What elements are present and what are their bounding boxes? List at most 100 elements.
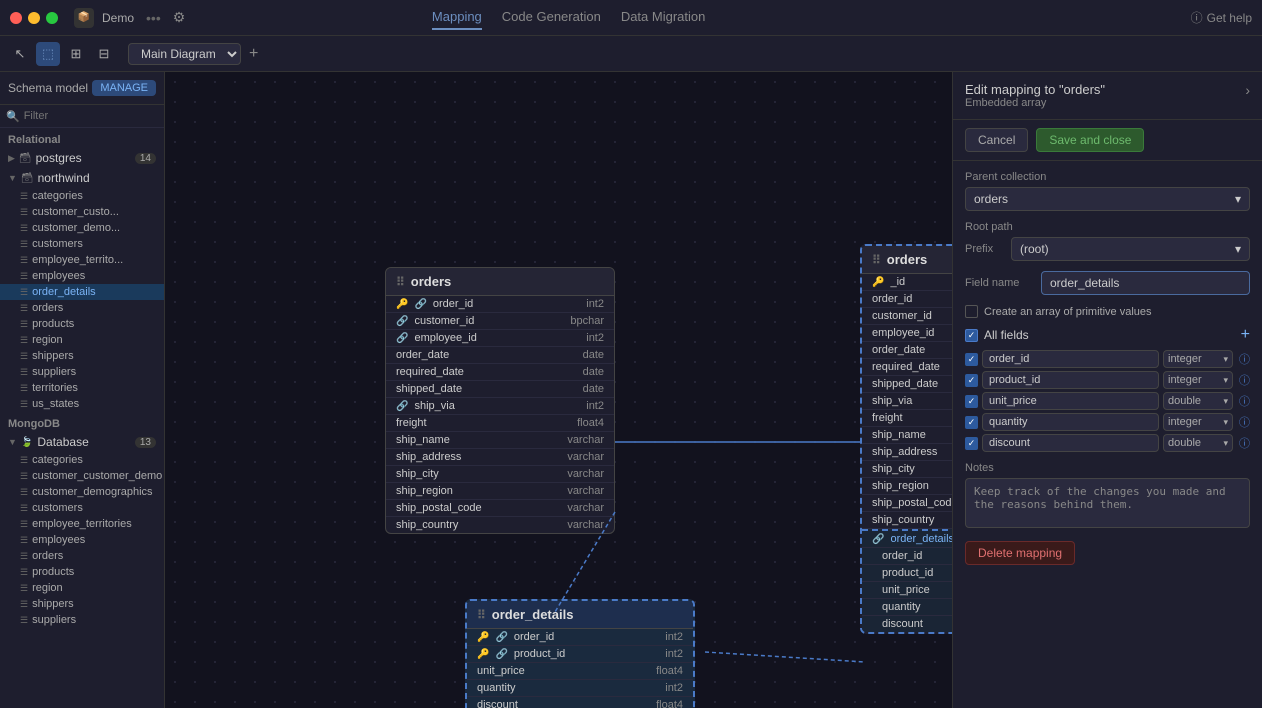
gear-icon[interactable]: ⚙ xyxy=(173,9,186,26)
parent-collection-select[interactable]: orders ▾ xyxy=(965,187,1250,211)
sidebar-item-orders[interactable]: ☰ orders xyxy=(0,300,164,316)
collection-icon: ☰ xyxy=(20,471,28,482)
collection-icon: ☰ xyxy=(20,535,28,546)
app-menu-dots[interactable]: ••• xyxy=(146,10,161,26)
sidebar-item-territories[interactable]: ☰ territories xyxy=(0,380,164,396)
prefix-select[interactable]: (root) ▾ xyxy=(1011,237,1250,261)
type-select-unit-price[interactable]: double▾ xyxy=(1163,392,1233,410)
collection-icon: ☰ xyxy=(20,615,28,626)
mapping-checkbox-unit-price[interactable]: ✓ xyxy=(965,395,978,408)
db-name-northwind: northwind xyxy=(38,171,156,185)
type-select-order-id[interactable]: integer▾ xyxy=(1163,350,1233,368)
sidebar-item-mongo-demographics[interactable]: ☰ customer_demographics xyxy=(0,484,164,500)
sidebar-item-mongo-categories[interactable]: ☰ categories xyxy=(0,452,164,468)
notes-textarea[interactable]: Keep track of the changes you made and t… xyxy=(965,478,1250,528)
cancel-button[interactable]: Cancel xyxy=(965,128,1028,152)
mapping-checkbox-quantity[interactable]: ✓ xyxy=(965,416,978,429)
sidebar-item-employee-territo[interactable]: ☰ employee_territo... xyxy=(0,252,164,268)
save-close-button[interactable]: Save and close xyxy=(1036,128,1144,152)
table-row: 🔑 🔗 order_id int2 xyxy=(386,296,614,313)
sidebar-item-mongo-region[interactable]: ☰ region xyxy=(0,580,164,596)
sidebar-item-mongo-shippers[interactable]: ☰ shippers xyxy=(0,596,164,612)
mapping-checkbox-order-id[interactable]: ✓ xyxy=(965,353,978,366)
sidebar-item-mongo-suppliers[interactable]: ☰ suppliers xyxy=(0,612,164,628)
sidebar-item-customer-custo[interactable]: ☰ customer_custo... xyxy=(0,204,164,220)
sidebar-item-products[interactable]: ☰ products xyxy=(0,316,164,332)
db-northwind-header[interactable]: ▼ 🗃 northwind xyxy=(0,168,164,188)
tab-mapping[interactable]: Mapping xyxy=(432,5,482,30)
table-row: freight float4 xyxy=(386,415,614,432)
add-diagram-button[interactable]: + xyxy=(249,45,258,63)
field-name-input[interactable] xyxy=(1041,271,1250,295)
add-field-button[interactable]: + xyxy=(1241,326,1250,344)
help-button[interactable]: ⓘ Get help xyxy=(1191,9,1252,26)
primitive-checkbox[interactable] xyxy=(965,305,978,318)
table-row: 🔑 🔗 order_id int2 xyxy=(467,629,693,646)
notes-label: Notes xyxy=(965,462,1250,474)
connect-tool[interactable]: ⊞ xyxy=(64,42,88,66)
db-mongodb-header[interactable]: ▼ 🍃 Database 13 xyxy=(0,432,164,452)
sidebar-item-customer-demo[interactable]: ☰ customer_demo... xyxy=(0,220,164,236)
link-icon: 🔗 xyxy=(414,299,426,310)
minimize-button[interactable] xyxy=(28,12,40,24)
table-row: employee_id integer xyxy=(862,325,952,342)
sidebar-item-region[interactable]: ☰ region xyxy=(0,332,164,348)
orders-card-left[interactable]: ⠿ orders 🔑 🔗 order_id int2 🔗 customer_id… xyxy=(385,267,615,534)
sidebar-item-mongo-emp-terr[interactable]: ☰ employee_territories xyxy=(0,516,164,532)
mapping-checkbox-product-id[interactable]: ✓ xyxy=(965,374,978,387)
all-fields-checkbox[interactable]: ✓ xyxy=(965,329,978,342)
mongodb-section-label: MongoDB xyxy=(0,412,164,432)
key-icon: 🔑 xyxy=(477,632,489,643)
sidebar-item-customers[interactable]: ☰ customers xyxy=(0,236,164,252)
tab-data-migration[interactable]: Data Migration xyxy=(621,5,706,30)
tab-code-generation[interactable]: Code Generation xyxy=(502,5,601,30)
table-row: order_date date xyxy=(386,347,614,364)
sidebar-item-mongo-customers[interactable]: ☰ customers xyxy=(0,500,164,516)
type-select-quantity[interactable]: integer▾ xyxy=(1163,413,1233,431)
info-icon-discount[interactable]: ⓘ xyxy=(1239,435,1250,451)
manage-button[interactable]: MANAGE xyxy=(92,80,156,96)
type-select-discount[interactable]: double▾ xyxy=(1163,434,1233,452)
select-tool[interactable]: ⬚ xyxy=(36,42,60,66)
table-row: 🔑 _id object_id xyxy=(862,274,952,291)
sidebar-item-mongo-orders[interactable]: ☰ orders xyxy=(0,548,164,564)
info-icon-quantity[interactable]: ⓘ xyxy=(1239,414,1250,430)
collapse-panel-button[interactable]: › xyxy=(1245,82,1250,98)
db-name-mongo: Database xyxy=(37,435,131,449)
sidebar-item-mongo-products[interactable]: ☰ products xyxy=(0,564,164,580)
diagram-selector[interactable]: Main Diagram xyxy=(128,43,241,65)
orders-card-right[interactable]: ⠿ orders 🔑 _id object_id order_id intege… xyxy=(860,244,952,634)
prefix-label: Prefix xyxy=(965,243,1005,255)
sidebar-item-us-states[interactable]: ☰ us_states xyxy=(0,396,164,412)
sidebar-item-suppliers[interactable]: ☰ suppliers xyxy=(0,364,164,380)
info-icon-order-id[interactable]: ⓘ xyxy=(1239,351,1250,367)
collection-icon: ☰ xyxy=(20,551,28,562)
db-postgres-header[interactable]: ▶ 🗃 postgres 14 xyxy=(0,148,164,168)
mapping-checkbox-discount[interactable]: ✓ xyxy=(965,437,978,450)
info-icon-unit-price[interactable]: ⓘ xyxy=(1239,393,1250,409)
table-row: ship_city string xyxy=(862,461,952,478)
sidebar-item-mongo-employees[interactable]: ☰ employees xyxy=(0,532,164,548)
type-select-product-id[interactable]: integer▾ xyxy=(1163,371,1233,389)
sidebar-item-order-details[interactable]: ☰ order_details xyxy=(0,284,164,300)
parent-collection-label: Parent collection xyxy=(965,171,1250,183)
primitive-checkbox-row[interactable]: Create an array of primitive values xyxy=(965,305,1250,318)
close-button[interactable] xyxy=(10,12,22,24)
sidebar-item-shippers[interactable]: ☰ shippers xyxy=(0,348,164,364)
maximize-button[interactable] xyxy=(46,12,58,24)
filter-input[interactable] xyxy=(24,110,166,122)
delete-mapping-button[interactable]: Delete mapping xyxy=(965,541,1075,565)
root-path-group: Root path Prefix (root) ▾ xyxy=(965,221,1250,261)
sidebar-item-mongo-customer-demo[interactable]: ☰ customer_customer_demo xyxy=(0,468,164,484)
sidebar-item-employees[interactable]: ☰ employees xyxy=(0,268,164,284)
pointer-tool[interactable]: ↖ xyxy=(8,42,32,66)
order-details-card[interactable]: ⠿ order_details 🔑 🔗 order_id int2 🔑 🔗 pr… xyxy=(465,599,695,708)
drag-icon: ⠿ xyxy=(477,608,486,622)
canvas[interactable]: ⠿ orders 🔑 🔗 order_id int2 🔗 customer_id… xyxy=(165,72,952,708)
mapping-row-quantity: ✓ quantity integer▾ ⓘ xyxy=(965,413,1250,431)
layout-tool[interactable]: ⊟ xyxy=(92,42,116,66)
sidebar-item-categories[interactable]: ☰ categories xyxy=(0,188,164,204)
info-icon-product-id[interactable]: ⓘ xyxy=(1239,372,1250,388)
table-icon: ☰ xyxy=(20,303,28,314)
collection-icon: ☰ xyxy=(20,519,28,530)
